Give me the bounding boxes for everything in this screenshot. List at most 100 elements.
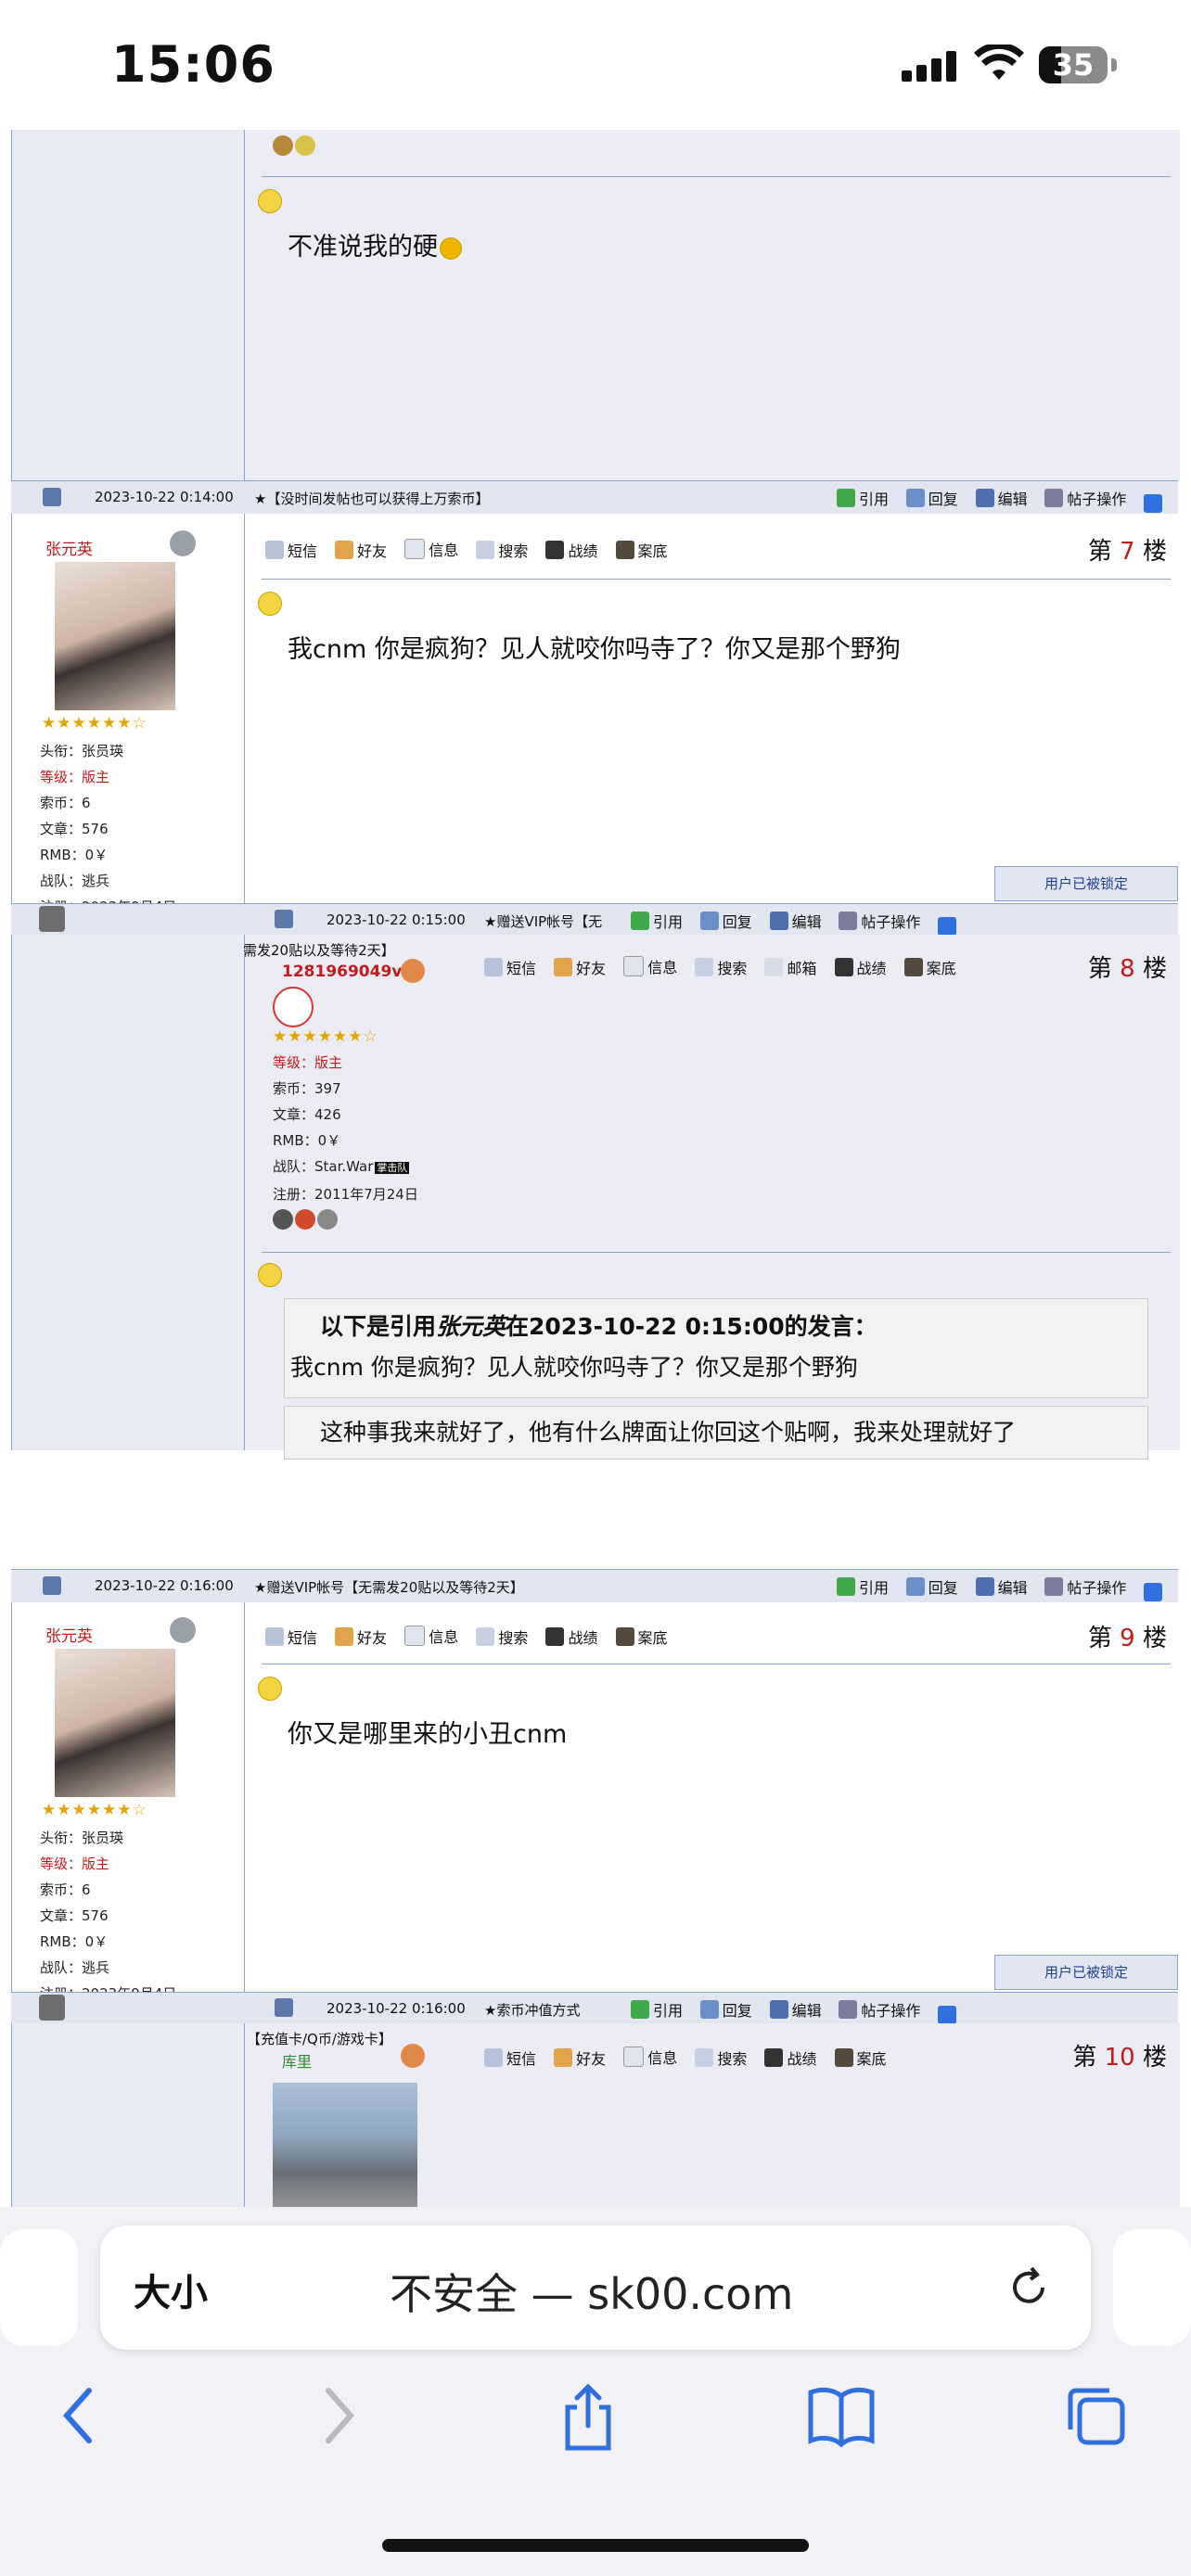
cellular-signal-icon — [902, 50, 957, 82]
username[interactable]: 库里 — [282, 2049, 312, 2072]
username[interactable]: 1281969049vi — [282, 963, 407, 981]
footer-ad-link[interactable]: ★赠送VIP帐号【无需发20贴以及等待2天】 — [254, 1577, 524, 1597]
back-to-top-icon[interactable] — [1144, 1582, 1163, 1601]
footer-ad-link[interactable]: ★赠送VIP帐号【无 — [484, 912, 602, 931]
edit-button[interactable]: 编辑 — [975, 487, 1028, 509]
avatar[interactable] — [55, 562, 175, 710]
edit-button[interactable]: 编辑 — [769, 910, 822, 932]
post-ops-button[interactable]: 帖子操作 — [1044, 487, 1126, 509]
search-icon — [476, 541, 495, 559]
friends-icon — [554, 958, 573, 976]
post-body: 短信 好友 信息 搜索 战绩 案底 第 9 楼 你又是哪里来的小丑cnm 用户已… — [244, 1602, 1180, 1992]
quote-button[interactable]: 引用 — [837, 1575, 889, 1598]
info-link[interactable]: 信息 — [623, 955, 677, 977]
smiley-icon — [258, 1263, 282, 1287]
bookmarks-icon[interactable] — [807, 2383, 876, 2463]
floor-number: 第 9 楼 — [1087, 1625, 1167, 1652]
info-link[interactable]: 信息 — [623, 2046, 677, 2068]
text-size-button[interactable]: 大小 — [134, 2263, 208, 2316]
post-ops-button[interactable]: 帖子操作 — [1044, 1575, 1126, 1598]
footer-ad-link[interactable]: ★索币冲值方式 — [484, 2000, 580, 2020]
user-toolbar: 短信 好友 信息 搜索 战绩 案底 — [265, 538, 681, 563]
post-footer: 2023-10-22 0:16:00 ★赠送VIP帐号【无需发20贴以及等待2天… — [11, 1569, 1178, 1604]
case-link[interactable]: 案底 — [903, 956, 956, 978]
post-ops-button[interactable]: 帖子操作 — [839, 910, 920, 932]
search-link[interactable]: 搜索 — [476, 539, 528, 561]
record-link[interactable]: 战绩 — [545, 539, 597, 561]
record-link[interactable]: 战绩 — [834, 956, 887, 978]
username[interactable]: 张元英 — [45, 536, 93, 559]
friend-link[interactable]: 好友 — [335, 539, 387, 561]
post-body: 需发20贴以及等待2天】 1281969049vi ★★★★★★☆ 等级：版主 … — [243, 935, 1180, 1460]
quote-button[interactable]: 引用 — [837, 487, 889, 509]
floor-number: 第 10 楼 — [1072, 2044, 1167, 2072]
user-coins: 6 — [82, 1881, 91, 1898]
edit-button[interactable]: 编辑 — [769, 1998, 822, 2021]
record-link[interactable]: 战绩 — [545, 1626, 597, 1648]
edit-button[interactable]: 编辑 — [975, 1575, 1028, 1598]
sms-link[interactable]: 短信 — [484, 2047, 536, 2069]
post-actions: 引用 回复 编辑 帖子操作 — [631, 910, 960, 936]
forward-icon[interactable] — [315, 2383, 362, 2463]
reply-button[interactable]: 回复 — [699, 910, 752, 932]
next-tab-preview[interactable] — [1113, 2229, 1191, 2346]
post-body: 不准说我的硬 — [244, 130, 1180, 480]
case-link[interactable]: 案底 — [834, 2047, 887, 2069]
tabs-icon[interactable] — [1063, 2383, 1128, 2463]
reply-button[interactable]: 回复 — [905, 487, 958, 509]
quote-block: 以下是引用张元英在2023-10-22 0:15:00的发言： 我cnm 你是疯… — [284, 1298, 1148, 1398]
friend-link[interactable]: 好友 — [554, 956, 606, 978]
user-stats: 等级：版主 索币：397 文章：426 RMB：0￥ 战队：Star.War 掌击… — [273, 1054, 418, 1203]
avatar[interactable] — [273, 987, 314, 1027]
gender-avatar-icon — [401, 2044, 425, 2068]
info-link[interactable]: 信息 — [404, 1625, 458, 1647]
url-text[interactable]: 不安全 — sk00.com — [390, 2261, 793, 2322]
case-link[interactable]: 案底 — [615, 1626, 668, 1648]
friends-icon — [554, 2048, 573, 2067]
avatar[interactable] — [273, 2083, 417, 2207]
gender-avatar-icon — [401, 959, 425, 983]
friend-link[interactable]: 好友 — [554, 2047, 606, 2069]
back-to-top-icon[interactable] — [938, 2005, 957, 2024]
post-ops-button[interactable]: 帖子操作 — [839, 1998, 920, 2021]
battery-icon: 35 — [1039, 46, 1108, 83]
sms-link[interactable]: 短信 — [484, 956, 536, 978]
post-content: 我cnm 你是疯狗？见人就咬你吗寺了？你又是那个野狗 — [288, 635, 901, 664]
quote-icon — [631, 912, 649, 930]
username[interactable]: 张元英 — [45, 1623, 93, 1646]
share-icon[interactable] — [560, 2383, 616, 2467]
tools-icon — [839, 2000, 858, 2019]
search-link[interactable]: 搜索 — [695, 2047, 747, 2069]
sms-link[interactable]: 短信 — [265, 1626, 317, 1648]
message-icon — [484, 2048, 503, 2067]
user-locked-badge: 用户已被锁定 — [994, 866, 1178, 901]
footer-ad-link[interactable]: ★【没时间发帖也可以获得上万索币】 — [254, 489, 489, 508]
smiley-icon — [258, 189, 282, 213]
search-link[interactable]: 搜索 — [695, 956, 747, 978]
reload-icon[interactable] — [1005, 2264, 1052, 2315]
reply-button[interactable]: 回复 — [699, 1998, 752, 2021]
monitor-icon — [615, 1627, 634, 1646]
info-link[interactable]: 信息 — [404, 538, 458, 560]
avatar[interactable] — [55, 1649, 175, 1797]
search-link[interactable]: 搜索 — [476, 1626, 528, 1648]
computer-icon — [43, 1576, 61, 1595]
document-icon — [623, 956, 645, 976]
address-bar[interactable]: 大小 不安全 — sk00.com — [100, 2225, 1091, 2350]
sms-link[interactable]: 短信 — [265, 539, 317, 561]
case-link[interactable]: 案底 — [615, 539, 668, 561]
friend-link[interactable]: 好友 — [335, 1626, 387, 1648]
back-icon[interactable] — [56, 2383, 102, 2463]
previous-tab-preview[interactable] — [0, 2229, 78, 2346]
user-toolbar: 短信 好友 信息 搜索 战绩 案底 — [265, 1625, 681, 1650]
user-stats: 头衔：张员瑛 等级：版主 索币：6 文章：576 RMB：0￥ 战队：逃兵 注册… — [40, 738, 176, 920]
mail-link[interactable]: 邮箱 — [764, 956, 816, 978]
edit-icon — [975, 489, 994, 507]
message-icon — [265, 541, 284, 559]
record-link[interactable]: 战绩 — [764, 2047, 816, 2069]
quote-button[interactable]: 引用 — [631, 910, 683, 932]
back-to-top-icon[interactable] — [1144, 493, 1163, 513]
back-to-top-icon[interactable] — [938, 916, 957, 936]
quote-button[interactable]: 引用 — [631, 1998, 683, 2021]
reply-button[interactable]: 回复 — [905, 1575, 958, 1598]
